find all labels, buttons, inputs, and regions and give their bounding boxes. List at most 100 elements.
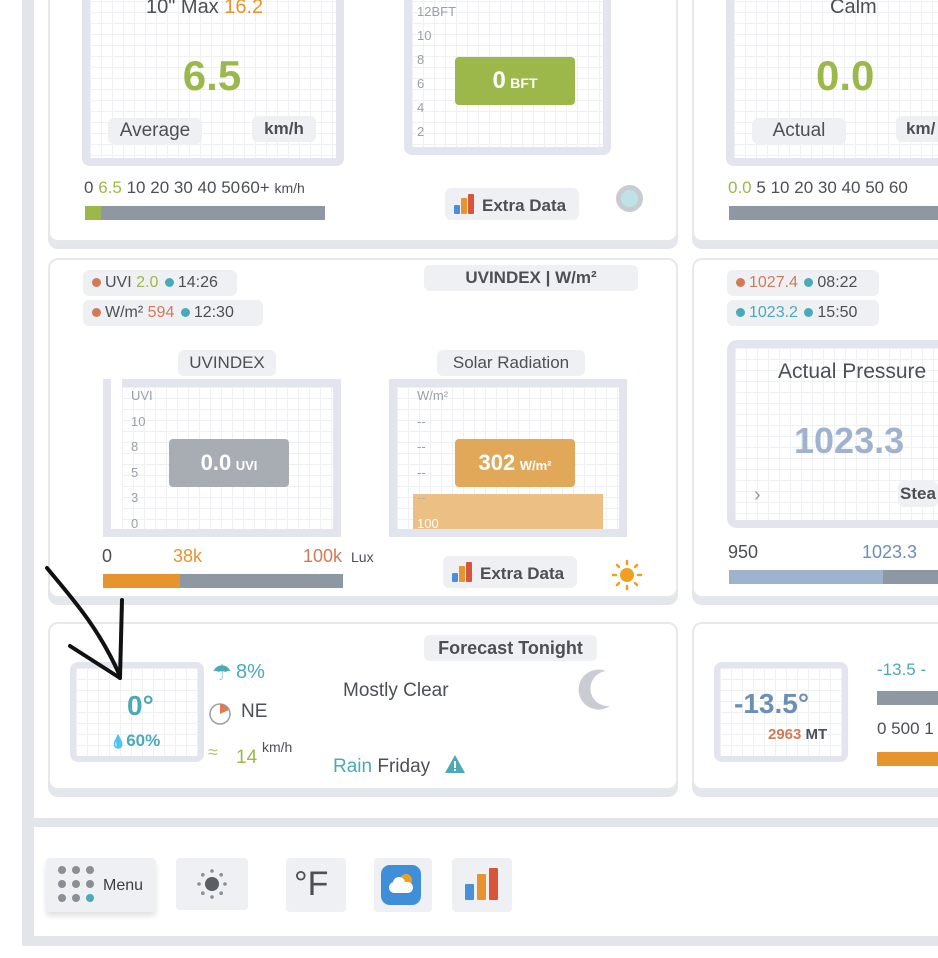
uv-section-header: UVINDEX | W/m²: [424, 265, 638, 291]
wind-actual-scale: 0.0 5 10 20 30 40 50 60: [728, 178, 908, 198]
uvindex-tick: 3: [131, 490, 139, 506]
pressure-value: 1023.3: [794, 420, 905, 461]
wind-average-label: Average: [108, 118, 202, 144]
bar-chart-icon: [452, 562, 474, 582]
warning-icon: [445, 755, 465, 773]
menu-button[interactable]: Menu: [46, 858, 156, 912]
solar-high-chip: W/m² 594 12:30: [83, 300, 263, 326]
bar-chart-icon: [465, 868, 499, 900]
beaufort-unit: BFT: [510, 75, 538, 91]
time-dot-icon: [804, 308, 814, 317]
menu-label: Menu: [103, 877, 144, 894]
extra-data-label: Extra Data: [482, 196, 567, 215]
wind-actual-label: Actual: [752, 118, 846, 144]
wind-extra-data-button[interactable]: Extra Data: [445, 188, 579, 220]
lux-progress-bar: [103, 574, 343, 588]
beaufort-tick: 10: [417, 28, 432, 43]
beaufort-value: 0: [492, 67, 506, 94]
pressure-progress-fill: [729, 570, 883, 584]
extra-data-label: Extra Data: [480, 564, 565, 583]
unit-toggle-button[interactable]: °F: [286, 858, 346, 912]
uvi-high-chip: UVI 2.0 14:26: [83, 270, 237, 296]
wind-actual-scale-tick: 20: [794, 178, 814, 197]
wind-scale: 0 6.5 10 20 30 40 50 60+ km/h: [84, 178, 305, 198]
low-dot-icon: [736, 308, 745, 317]
uvindex-value: 0.0: [200, 450, 232, 475]
grid-dots-icon: [58, 866, 94, 902]
umbrella-icon: ☂: [212, 660, 232, 685]
wind-waves-icon: ≈: [208, 742, 218, 762]
pressure-high-chip: 1027.4 08:22: [727, 270, 879, 296]
lux-scale-current: 38k: [173, 546, 203, 566]
uvindex-gauge-inner: [111, 379, 122, 529]
uvindex-value-badge: 0.0 UVI: [169, 439, 289, 487]
uv-extra-data-button[interactable]: Extra Data: [443, 556, 577, 588]
forecast-condition: Mostly Clear: [343, 680, 449, 701]
solar-unit: W/m²: [519, 458, 552, 473]
pressure-scale-min: 950: [728, 542, 759, 562]
wind-actual-scale-current: 0.0: [728, 178, 752, 197]
forecast-header: Forecast Tonight: [424, 635, 597, 661]
solar-radiation-title: Solar Radiation: [437, 350, 585, 376]
uvindex-tick: 0: [131, 515, 139, 531]
lux-scale-max: 100k: [303, 546, 343, 566]
solar-tick: W/m²: [417, 388, 449, 403]
beaufort-value-badge: 0 BFT: [455, 57, 575, 105]
wind-actual-scale-tick: 10: [770, 178, 790, 197]
altitude-value: 2963 MT: [768, 726, 828, 743]
high-dot-icon: [92, 308, 101, 317]
wind-actual-scale-tick: 5: [756, 178, 766, 197]
beaufort-tick: 4: [417, 100, 425, 115]
wind-scale-unit: km/h: [274, 180, 305, 196]
wind-actual-scale-tick: 30: [817, 178, 837, 197]
calm-indicator-icon: [616, 185, 643, 212]
crescent-moon-icon: [578, 669, 610, 710]
uvindex-tick: 5: [131, 464, 139, 480]
wind-direction: NE: [241, 701, 268, 722]
time-dot-icon: [180, 308, 190, 317]
uvindex-tick: 10: [131, 413, 146, 429]
wind-actual-value: 0.0: [816, 52, 875, 99]
brightness-icon: [197, 869, 227, 899]
high-dot-icon: [92, 278, 101, 287]
charts-button[interactable]: [452, 858, 512, 912]
theme-toggle-button[interactable]: [176, 858, 248, 910]
weather-app-button[interactable]: [374, 858, 432, 912]
pressure-title: Actual Pressure: [778, 360, 927, 383]
wind-scale-current: 6.5: [98, 178, 122, 197]
bar-chart-icon: [454, 194, 476, 214]
time-dot-icon: [164, 278, 174, 287]
humidity-drop-icon: 💧: [110, 734, 127, 749]
forecast-wind-speed: 14: [236, 747, 258, 768]
beaufort-tick: 12BFT: [417, 4, 457, 19]
rain-forecast: Rain Friday: [333, 756, 431, 777]
wind-scale-tick: 40: [197, 178, 217, 197]
wind-direction-icon: [209, 703, 231, 725]
wind-progress-fill: [85, 206, 101, 220]
pressure-progress-bar: [729, 570, 938, 584]
uvindex-scale: UVI 10 8 5 3 0: [131, 383, 153, 537]
wind-scale-tick: 20: [150, 178, 170, 197]
wind-calm-label: Calm: [830, 0, 877, 18]
uvindex-title: UVINDEX: [178, 350, 276, 376]
wind-scale-tick: 50: [221, 178, 241, 197]
beaufort-scale: 12BFT 10 8 6 4 2: [417, 0, 456, 144]
pressure-expand-chevron[interactable]: ›: [754, 484, 761, 507]
wind-speed-value: 6.5: [182, 52, 242, 99]
solar-tick: --: [417, 490, 426, 506]
forecast-wind-unit: km/h: [262, 739, 293, 755]
altitude-bar-b: [877, 752, 938, 766]
frame-left-border: [22, 0, 34, 946]
toolbar-divider: [34, 818, 938, 827]
wind-scale-tick: 10: [126, 178, 146, 197]
wind-actual-progress-bar: [729, 206, 938, 220]
frame-bottom-border: [22, 936, 938, 946]
uvindex-tick: 8: [131, 439, 139, 455]
solar-tick: --: [417, 464, 426, 480]
pressure-trend-label: Stea: [898, 481, 938, 507]
wind-max-label: 10" Max 16.2: [146, 0, 264, 18]
solar-tick: 100: [417, 515, 439, 531]
wind-actual-scale-tick: 60: [888, 178, 908, 197]
forecast-temp: 0°: [127, 690, 154, 721]
annotation-arrow: [45, 566, 124, 680]
